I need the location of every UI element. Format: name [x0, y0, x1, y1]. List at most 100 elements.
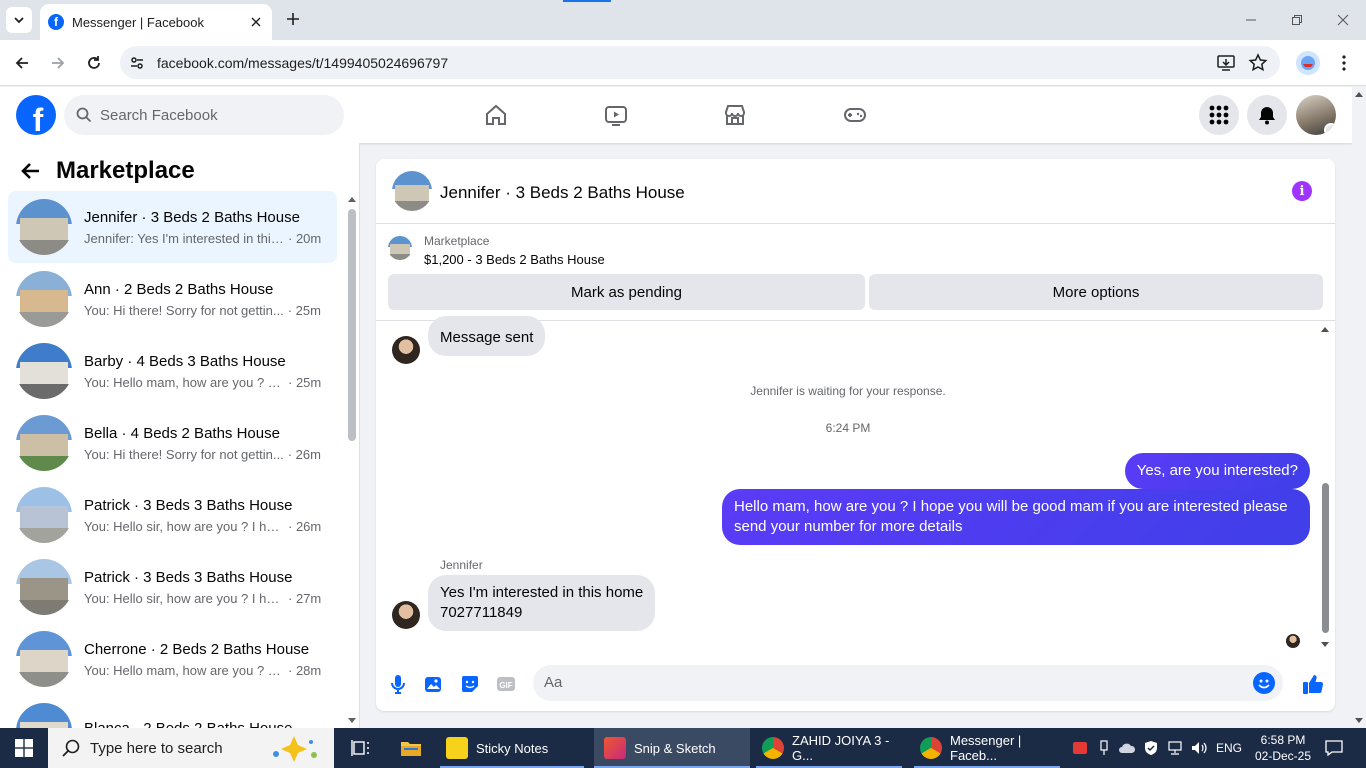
gamepad-icon	[844, 108, 866, 122]
taskbar-app-label: Sticky Notes	[476, 740, 549, 756]
profile-icon[interactable]	[1296, 51, 1320, 75]
scroll-up-arrow-icon[interactable]	[348, 197, 356, 202]
mark-as-pending-button[interactable]: Mark as pending	[388, 274, 865, 310]
taskbar-app-chrome-zahid[interactable]: ZAHID JOIYA 3 - G...	[752, 728, 906, 768]
conversation-item[interactable]: Patrick · 3 Beds 3 Baths House You: Hell…	[8, 551, 337, 623]
tab-search-button[interactable]	[6, 7, 32, 33]
conversation-item[interactable]: Cherrone · 2 Beds 2 Baths House You: Hel…	[8, 623, 337, 695]
back-arrow-icon[interactable]	[20, 160, 42, 182]
taskbar-search-box[interactable]: Type here to search	[48, 728, 334, 768]
browser-menu-icon[interactable]	[1334, 51, 1354, 75]
taskbar-app-label: ZAHID JOIYA 3 - G...	[792, 733, 890, 763]
scroll-down-arrow-icon[interactable]	[348, 718, 356, 723]
chat-scrollbar[interactable]	[1318, 325, 1332, 649]
restore-button[interactable]	[1274, 0, 1320, 40]
forward-button[interactable]	[46, 51, 70, 75]
chat-listing-avatar[interactable]	[392, 171, 432, 211]
notifications-button[interactable]	[1247, 95, 1287, 135]
url-text: facebook.com/messages/t/1499405024696797	[157, 55, 449, 71]
conversation-list-scrollbar[interactable]	[345, 195, 357, 725]
taskbar-app-snip-sketch[interactable]: Snip & Sketch	[594, 728, 750, 768]
marketplace-label: Marketplace	[424, 234, 490, 248]
conversation-time: · 26m	[287, 446, 321, 462]
message-input-placeholder: Aa	[544, 674, 563, 691]
task-view-button[interactable]	[346, 728, 376, 768]
close-window-button[interactable]	[1320, 0, 1366, 40]
jennifer-avatar[interactable]	[392, 601, 420, 629]
nav-watch[interactable]	[560, 87, 672, 143]
nav-marketplace[interactable]	[679, 87, 791, 143]
nav-gaming[interactable]	[799, 87, 911, 143]
site-settings-icon[interactable]	[128, 54, 146, 72]
more-options-button[interactable]: More options	[869, 274, 1323, 310]
listing-thumbnail	[16, 271, 72, 327]
install-app-icon[interactable]	[1216, 53, 1236, 73]
incoming-message-line: Yes I'm interested in this home	[440, 584, 644, 601]
gif-icon[interactable]: GIF	[494, 672, 518, 696]
scroll-down-arrow-icon[interactable]	[1321, 642, 1329, 647]
emoji-icon[interactable]	[1253, 672, 1275, 694]
input-language[interactable]: ENG	[1212, 728, 1246, 768]
chat-title[interactable]: Jennifer · 3 Beds 2 Baths House	[440, 183, 685, 203]
account-avatar[interactable]	[1296, 95, 1336, 135]
scrollbar-thumb[interactable]	[1322, 483, 1329, 633]
minimize-button[interactable]	[1228, 0, 1274, 40]
scroll-down-arrow-icon[interactable]	[1355, 718, 1363, 723]
listing-price-title[interactable]: $1,200 - 3 Beds 2 Baths House	[424, 252, 605, 267]
new-tab-button[interactable]	[282, 8, 304, 30]
onedrive-cloud-icon[interactable]	[1116, 728, 1138, 768]
usb-icon[interactable]	[1094, 728, 1114, 768]
tab-close-icon[interactable]	[248, 14, 264, 30]
folder-icon	[401, 742, 421, 756]
tray-app-icon[interactable]	[1070, 728, 1090, 768]
facebook-search-input[interactable]: Search Facebook	[64, 95, 344, 135]
security-shield-icon[interactable]	[1140, 728, 1162, 768]
listing-mini-thumbnail[interactable]	[388, 236, 412, 260]
browser-tab[interactable]: f Messenger | Facebook	[40, 4, 272, 40]
chat-header: Jennifer · 3 Beds 2 Baths House i	[376, 159, 1335, 224]
conversation-preview: You: Hello mam, how are you ? I ...	[84, 374, 284, 390]
conversation-item[interactable]: Blanca · 2 Beds 2 Baths House	[8, 695, 337, 728]
conversation-item[interactable]: Patrick · 3 Beds 3 Baths House You: Hell…	[8, 479, 337, 551]
conversation-item[interactable]: Barby · 4 Beds 3 Baths House You: Hello …	[8, 335, 337, 407]
system-clock[interactable]: 6:58 PM 02-Dec-25	[1250, 732, 1316, 764]
conversation-name: Barby · 4 Beds 3 Baths House	[84, 352, 286, 370]
thumbs-up-icon[interactable]	[1301, 672, 1325, 696]
photo-icon[interactable]	[422, 672, 446, 696]
scrollbar-thumb[interactable]	[348, 209, 356, 441]
facebook-logo-icon[interactable]: f	[16, 95, 56, 135]
page-scrollbar[interactable]	[1352, 87, 1366, 728]
menu-button[interactable]	[1199, 95, 1239, 135]
nav-home[interactable]	[440, 87, 552, 143]
message-thread: Message sent Jennifer is waiting for you…	[376, 316, 1335, 654]
network-icon[interactable]	[1164, 728, 1186, 768]
back-button[interactable]	[10, 51, 34, 75]
start-button[interactable]	[0, 728, 48, 768]
conversation-item[interactable]: Ann · 2 Beds 2 Baths House You: Hi there…	[8, 263, 337, 335]
outgoing-message-line: send your number for more details	[734, 518, 963, 535]
browser-toolbar: facebook.com/messages/t/1499405024696797	[0, 40, 1366, 86]
file-explorer-button[interactable]	[392, 728, 430, 768]
taskbar-app-chrome-messenger[interactable]: Messenger | Faceb...	[910, 728, 1064, 768]
left-panel-title: Marketplace	[56, 157, 195, 184]
arrow-left-icon	[15, 57, 28, 69]
jennifer-avatar[interactable]	[392, 336, 420, 364]
listing-thumbnail	[16, 487, 72, 543]
sticker-icon[interactable]	[458, 672, 482, 696]
message-input[interactable]: Aa	[533, 665, 1283, 701]
address-bar[interactable]: facebook.com/messages/t/1499405024696797	[120, 46, 1280, 79]
conversation-preview: You: Hello mam, how are you ? I ...	[84, 662, 284, 678]
volume-icon[interactable]	[1188, 728, 1212, 768]
conversation-item[interactable]: Jennifer · 3 Beds 2 Baths House Jennifer…	[8, 191, 337, 263]
taskbar-app-sticky-notes[interactable]: Sticky Notes	[436, 728, 588, 768]
bookmark-star-icon[interactable]	[1248, 53, 1268, 73]
microphone-icon[interactable]	[386, 672, 410, 696]
notification-center-icon[interactable]	[1320, 728, 1348, 768]
info-icon[interactable]: i	[1292, 181, 1312, 201]
scroll-up-arrow-icon[interactable]	[1321, 327, 1329, 332]
scroll-up-arrow-icon[interactable]	[1355, 92, 1363, 97]
bell-icon	[1259, 107, 1275, 125]
plus-icon	[287, 13, 299, 25]
conversation-item[interactable]: Bella · 4 Beds 2 Baths House You: Hi the…	[8, 407, 337, 479]
reload-button[interactable]	[82, 51, 106, 75]
